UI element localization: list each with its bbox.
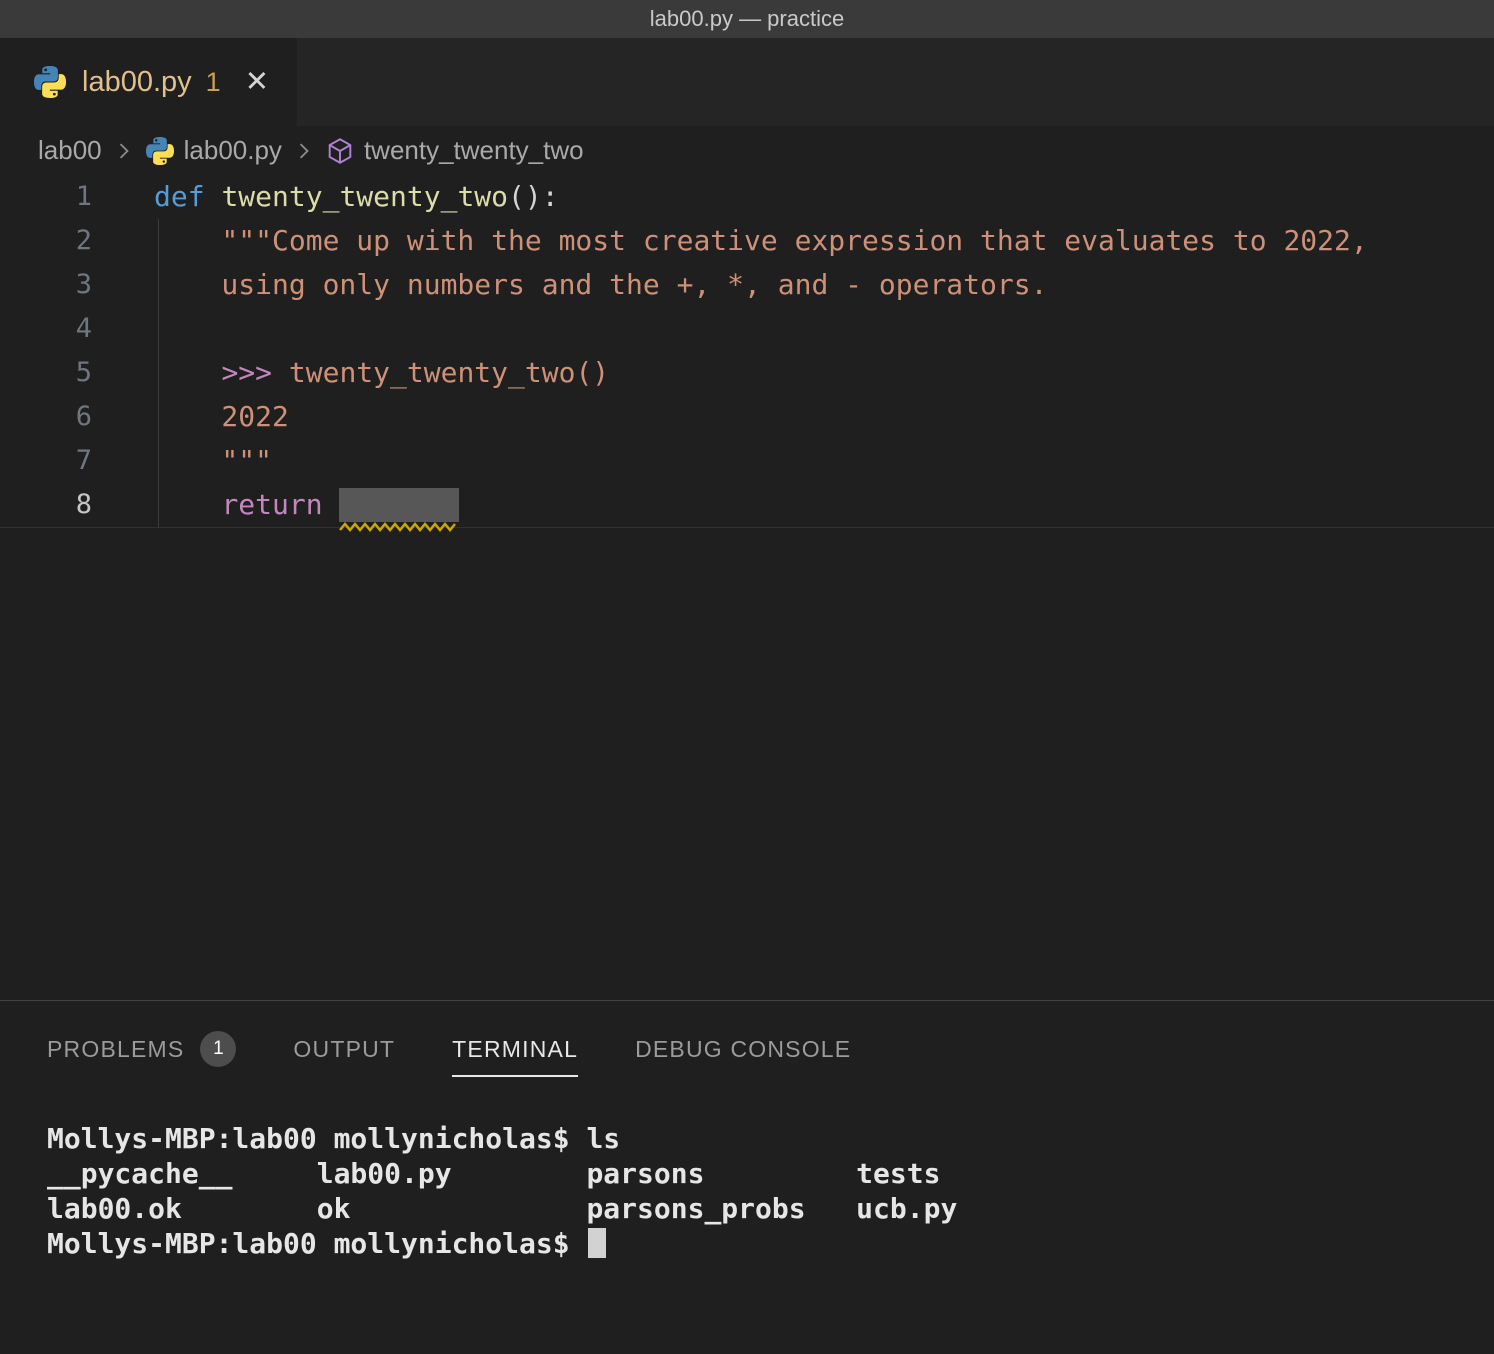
terminal-text: lab00.ok ok parsons_probs ucb.py [47, 1192, 957, 1225]
python-icon [34, 66, 66, 98]
breadcrumb: lab00 lab00.py twenty_twenty_two [0, 126, 1494, 175]
code-text: """ [92, 439, 272, 483]
terminal-line: __pycache__ lab00.py parsons tests [47, 1156, 1494, 1191]
code-line[interactable]: 1def twenty_twenty_two(): [0, 175, 1494, 219]
tab-problem-count: 1 [206, 67, 221, 98]
code-line[interactable]: 8 return [0, 483, 1494, 528]
panel-tab-label: TERMINAL [452, 1036, 578, 1063]
panel-tab-label: PROBLEMS [47, 1036, 184, 1063]
terminal-line: lab00.ok ok parsons_probs ucb.py [47, 1191, 1494, 1226]
code-line[interactable]: 3 using only numbers and the +, *, and -… [0, 263, 1494, 307]
window-title: lab00.py — practice [650, 6, 844, 32]
terminal-output[interactable]: Mollys-MBP:lab00 mollynicholas$ ls__pyca… [0, 1081, 1494, 1261]
code-text: def twenty_twenty_two(): [92, 175, 559, 219]
python-icon [146, 137, 174, 165]
breadcrumb-item[interactable]: twenty_twenty_two [364, 135, 584, 166]
title-bar: lab00.py — practice [0, 0, 1494, 38]
line-number: 8 [0, 483, 92, 527]
panel-tab-debug-console[interactable]: DEBUG CONSOLE [635, 1036, 851, 1077]
chevron-right-icon [113, 140, 135, 162]
code-text: 2022 [92, 395, 289, 439]
terminal-line: Mollys-MBP:lab00 mollynicholas$ [47, 1226, 1494, 1261]
code-line[interactable]: 7 """ [0, 439, 1494, 483]
panel-tab-output[interactable]: OUTPUT [293, 1036, 395, 1077]
chevron-right-icon [293, 140, 315, 162]
selected-text-warning [339, 488, 459, 522]
code-line[interactable]: 5 >>> twenty_twenty_two() [0, 351, 1494, 395]
code-text: """Come up with the most creative expres… [92, 219, 1368, 263]
breadcrumb-item[interactable]: lab00.py [184, 135, 282, 166]
tab-lab00py[interactable]: lab00.py 1 ✕ [0, 38, 297, 126]
close-icon[interactable]: ✕ [245, 68, 269, 97]
tab-filename: lab00.py [82, 66, 192, 99]
terminal-text: Mollys-MBP:lab00 mollynicholas$ ls [47, 1122, 620, 1155]
line-number: 5 [0, 351, 92, 395]
line-number: 3 [0, 263, 92, 307]
bottom-panel: PROBLEMS 1 OUTPUT TERMINAL DEBUG CONSOLE Mol… [0, 1000, 1494, 1354]
line-number: 1 [0, 175, 92, 219]
code-editor[interactable]: 1def twenty_twenty_two():2 """Come up wi… [0, 175, 1494, 1000]
code-line[interactable]: 2 """Come up with the most creative expr… [0, 219, 1494, 263]
terminal-cursor[interactable] [588, 1228, 606, 1258]
terminal-line: Mollys-MBP:lab00 mollynicholas$ ls [47, 1121, 1494, 1156]
code-text: using only numbers and the +, *, and - o… [92, 263, 1047, 307]
tab-bar: lab00.py 1 ✕ [0, 38, 1494, 126]
line-number: 7 [0, 439, 92, 483]
symbol-cube-icon [326, 137, 354, 165]
panel-tab-label: DEBUG CONSOLE [635, 1036, 851, 1063]
problems-count-badge: 1 [200, 1031, 236, 1067]
code-text: return [92, 483, 459, 527]
panel-tab-label: OUTPUT [293, 1036, 395, 1063]
panel-tab-bar: PROBLEMS 1 OUTPUT TERMINAL DEBUG CONSOLE [0, 1001, 1494, 1081]
indent-guide [158, 219, 159, 527]
line-number: 2 [0, 219, 92, 263]
breadcrumb-item[interactable]: lab00 [38, 135, 102, 166]
terminal-text: __pycache__ lab00.py parsons tests [47, 1157, 940, 1190]
panel-tab-problems[interactable]: PROBLEMS 1 [47, 1031, 236, 1081]
panel-tab-terminal[interactable]: TERMINAL [452, 1036, 578, 1077]
code-text: >>> twenty_twenty_two() [92, 351, 609, 395]
code-line[interactable]: 6 2022 [0, 395, 1494, 439]
line-number: 6 [0, 395, 92, 439]
terminal-text: Mollys-MBP:lab00 mollynicholas$ [47, 1227, 586, 1260]
code-text [92, 307, 154, 351]
code-line[interactable]: 4 [0, 307, 1494, 351]
line-number: 4 [0, 307, 92, 351]
